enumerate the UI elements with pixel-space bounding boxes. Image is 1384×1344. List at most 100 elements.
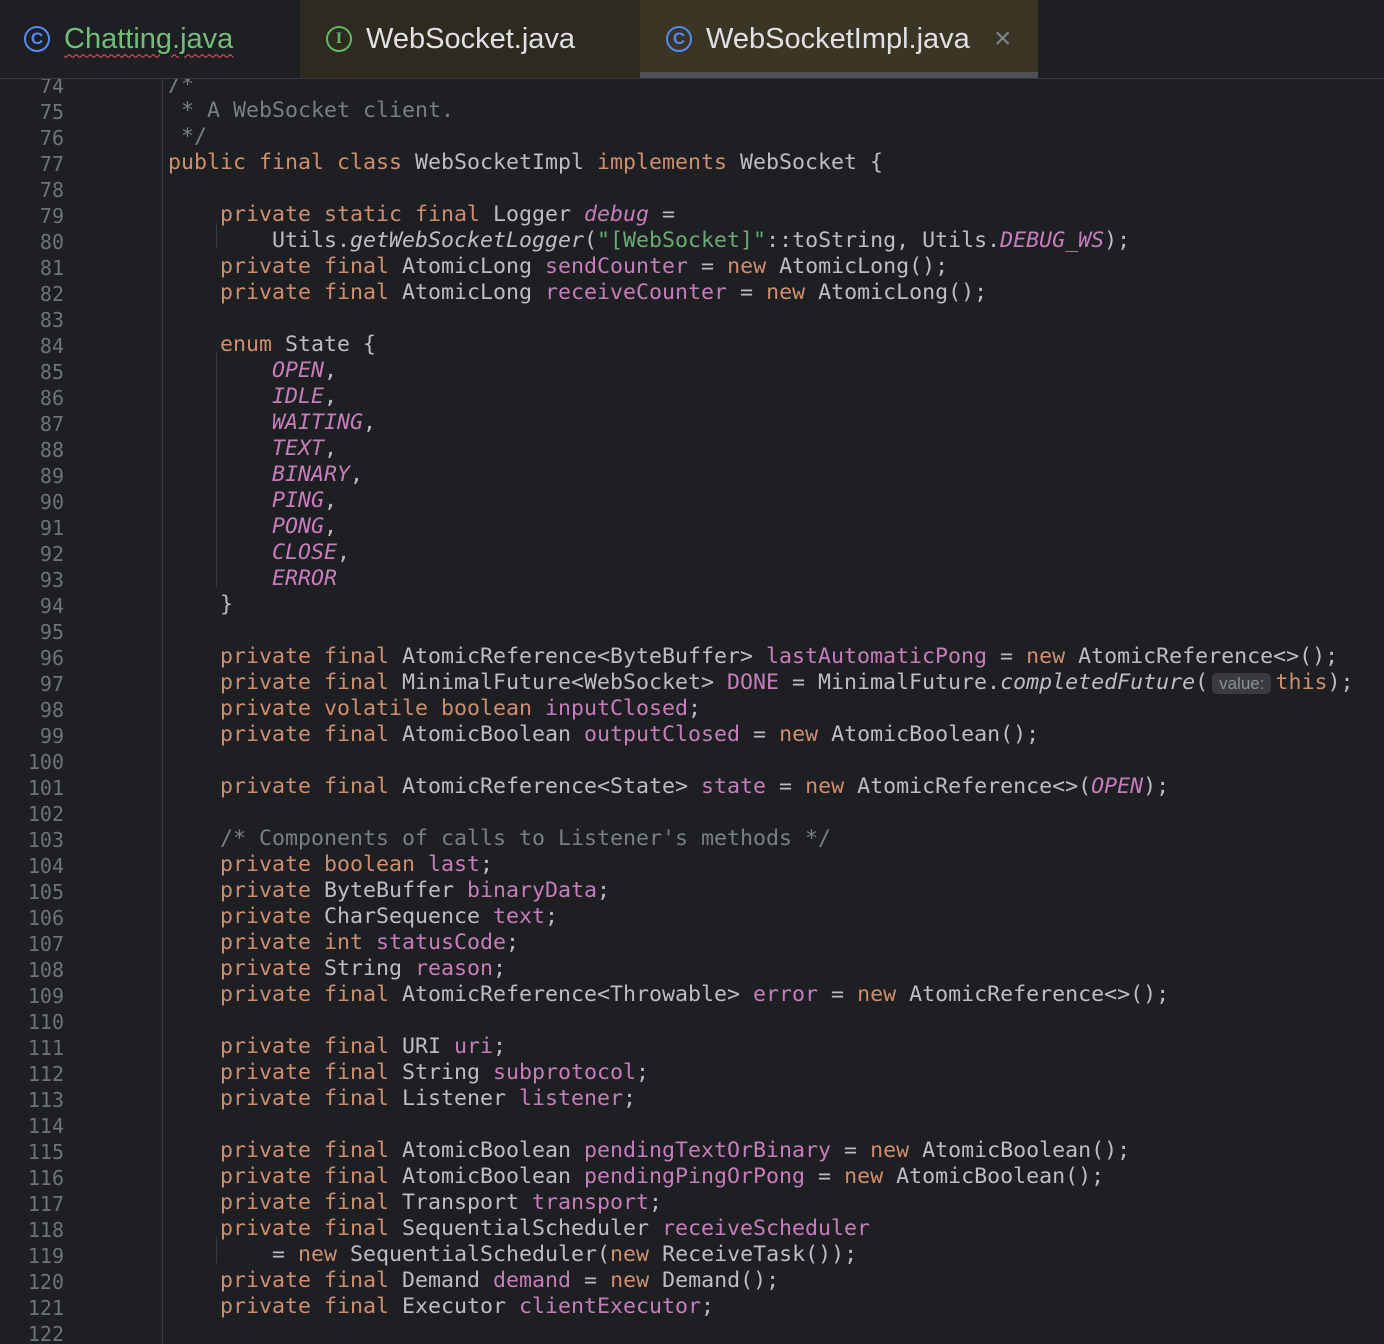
parameter-hint: value: xyxy=(1212,673,1272,694)
code-line: private final String subprotocol; xyxy=(168,1060,649,1086)
line-number: 112 xyxy=(27,1062,64,1086)
line-number: 105 xyxy=(27,880,64,904)
code-token: new xyxy=(298,1242,351,1267)
code-token: ; xyxy=(649,1190,663,1215)
code-token: ); xyxy=(1143,774,1170,799)
code-token: sendCounter xyxy=(545,254,689,279)
code-token: AtomicLong xyxy=(402,254,546,279)
code-token: private xyxy=(168,904,325,929)
code-token: private xyxy=(168,956,325,981)
code-token: Executor xyxy=(402,1294,520,1319)
line-number: 91 xyxy=(39,516,64,540)
code-token: AtomicReference<>( xyxy=(857,774,1092,799)
code-token: String xyxy=(324,956,416,981)
code-token: new xyxy=(727,254,780,279)
code-token: private static final xyxy=(168,202,494,227)
code-line: private final Demand demand = new Demand… xyxy=(168,1268,779,1294)
code-token: AtomicLong(); xyxy=(779,254,949,279)
code-token: private final xyxy=(168,1086,403,1111)
code-token: URI xyxy=(402,1034,455,1059)
code-line: private final SequentialScheduler receiv… xyxy=(168,1216,870,1242)
code-token: private final xyxy=(168,722,403,747)
code-token: text xyxy=(493,904,546,929)
code-token: outputClosed xyxy=(584,722,741,747)
line-number: 110 xyxy=(27,1010,64,1034)
code-line: BINARY, xyxy=(168,462,363,488)
code-token: PING xyxy=(272,488,325,513)
code-token: lastAutomaticPong xyxy=(766,644,988,669)
code-token: DEBUG_WS xyxy=(1000,228,1105,253)
code-token: Transport xyxy=(402,1190,533,1215)
code-token: AtomicBoolean(); xyxy=(831,722,1040,747)
code-line: private CharSequence text; xyxy=(168,904,558,930)
code-token: inputClosed xyxy=(545,696,689,721)
code-token: binaryData xyxy=(467,878,598,903)
line-number: 89 xyxy=(39,464,64,488)
code-token: listener xyxy=(519,1086,624,1111)
class-icon: C xyxy=(24,26,50,52)
code-line: private final AtomicBoolean pendingPingO… xyxy=(168,1164,1104,1190)
line-number: 113 xyxy=(27,1088,64,1112)
code-token: private final xyxy=(168,644,403,669)
code-token: OPEN xyxy=(272,358,325,383)
code-token: pendingPingOrPong xyxy=(584,1164,806,1189)
code-token: BINARY xyxy=(272,462,351,487)
tab-websocketimpl-java[interactable]: C WebSocketImpl.java × xyxy=(640,0,1038,78)
code-line: enum State { xyxy=(168,332,376,358)
code-token: Logger xyxy=(493,202,585,227)
code-editor[interactable]: 74 /* 75 * A WebSocket client. 76 */ 77 publi… xyxy=(0,79,1384,1344)
code-token: state xyxy=(701,774,767,799)
line-number: 102 xyxy=(27,802,64,826)
code-token: private final xyxy=(168,1294,403,1319)
code-line: private final MinimalFuture<WebSocket> D… xyxy=(168,670,1354,696)
code-token: = xyxy=(987,644,1027,669)
gutter-separator xyxy=(162,79,163,1344)
code-token: , xyxy=(324,488,338,513)
code-token: private final xyxy=(168,1190,403,1215)
code-line: PONG, xyxy=(168,514,337,540)
line-number: 103 xyxy=(27,828,64,852)
code-token: ::toString, Utils. xyxy=(766,228,1001,253)
interface-icon: I xyxy=(326,26,352,52)
close-tab-icon[interactable]: × xyxy=(994,22,1012,56)
code-line: * A WebSocket client. xyxy=(168,98,454,124)
line-number: 106 xyxy=(27,906,64,930)
code-line: IDLE, xyxy=(168,384,337,410)
code-line: private final Listener listener; xyxy=(168,1086,636,1112)
code-token: private final xyxy=(168,1034,403,1059)
code-token: pendingTextOrBinary xyxy=(584,1138,832,1163)
code-token: new xyxy=(844,1164,897,1189)
code-token: ; xyxy=(623,1086,637,1111)
tab-chatting-java[interactable]: C Chatting.java xyxy=(0,0,300,78)
line-number: 107 xyxy=(27,932,64,956)
code-token: clientExecutor xyxy=(519,1294,702,1319)
code-token: /* xyxy=(168,79,195,97)
code-token: Demand xyxy=(402,1268,494,1293)
code-line: } xyxy=(168,592,233,618)
tab-label: Chatting.java xyxy=(64,22,234,55)
code-token: private final xyxy=(168,254,403,279)
code-token: ERROR xyxy=(272,566,338,591)
tab-websocket-java[interactable]: I WebSocket.java xyxy=(300,0,640,78)
code-line: PING, xyxy=(168,488,337,514)
code-line: private static final Logger debug = xyxy=(168,202,675,228)
code-token: this xyxy=(1275,670,1328,695)
code-line: private final AtomicReference<ByteBuffer… xyxy=(168,644,1338,670)
code-token: AtomicReference<Throwable> xyxy=(402,982,754,1007)
code-token: SequentialScheduler xyxy=(402,1216,663,1241)
code-line: private volatile boolean inputClosed; xyxy=(168,696,701,722)
code-token: ( xyxy=(584,228,598,253)
line-number: 94 xyxy=(39,594,64,618)
code-line: private final AtomicLong sendCounter = n… xyxy=(168,254,948,280)
code-token: new xyxy=(610,1268,663,1293)
code-line: CLOSE, xyxy=(168,540,350,566)
code-token: enum xyxy=(168,332,286,357)
tab-label: WebSocket.java xyxy=(366,22,576,55)
code-token: error xyxy=(753,982,819,1007)
line-number: 74 xyxy=(39,79,64,98)
line-number: 109 xyxy=(27,984,64,1008)
